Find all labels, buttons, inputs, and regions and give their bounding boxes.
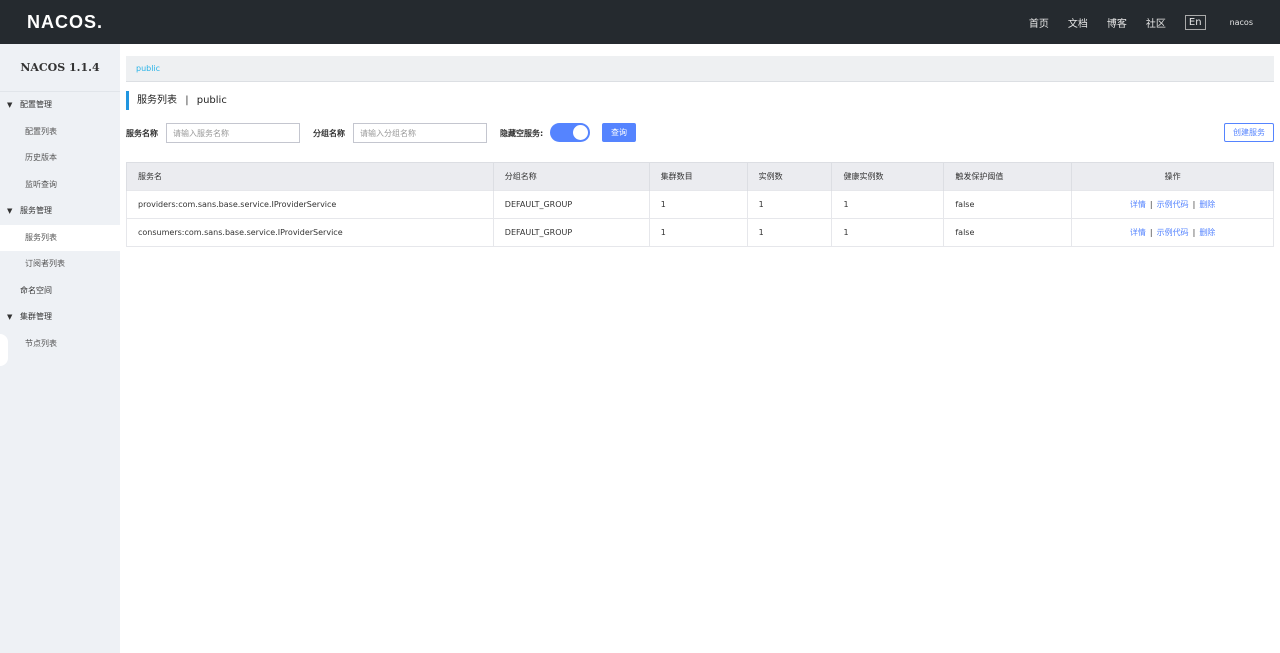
cell-group-name: DEFAULT_GROUP <box>493 218 650 247</box>
create-service-button[interactable]: 创建服务 <box>1224 123 1274 142</box>
menu-item-history[interactable]: 历史版本 <box>0 145 120 172</box>
nav-community[interactable]: 社区 <box>1146 15 1166 30</box>
cell-instance-count: 1 <box>747 218 833 247</box>
cell-healthy-count: 1 <box>831 190 945 219</box>
group-name-input[interactable] <box>353 123 487 143</box>
caret-down-icon: ▼ <box>7 101 13 109</box>
cell-service-name: providers:com.sans.base.service.IProvide… <box>126 190 494 219</box>
nacos-logo[interactable]: NACOS. <box>27 12 103 33</box>
col-operations: 操作 <box>1071 162 1274 191</box>
sidebar-collapse-handle[interactable] <box>0 334 8 366</box>
menu-item-service-list[interactable]: 服务列表 <box>0 224 120 251</box>
query-button[interactable]: 查询 <box>602 123 636 142</box>
caret-down-icon: ▼ <box>7 207 13 215</box>
group-name-label: 分组名称 <box>313 129 345 138</box>
menu-item-node-list[interactable]: 节点列表 <box>0 331 120 358</box>
hide-empty-label: 隐藏空服务: <box>500 129 544 138</box>
col-service-name: 服务名 <box>126 162 494 191</box>
cell-cluster-count: 1 <box>649 190 748 219</box>
detail-link[interactable]: 详情 <box>1130 200 1146 209</box>
nav-docs[interactable]: 文档 <box>1068 15 1088 30</box>
col-healthy-count: 健康实例数 <box>831 162 945 191</box>
cell-protect-threshold: false <box>943 218 1073 247</box>
col-group-name: 分组名称 <box>493 162 650 191</box>
hide-empty-toggle[interactable] <box>550 123 590 142</box>
table-row: providers:com.sans.base.service.IProvide… <box>126 190 1274 219</box>
menu-item-config-list[interactable]: 配置列表 <box>0 119 120 146</box>
menu-namespace[interactable]: 命名空间 <box>0 278 120 305</box>
op-separator: | <box>1149 200 1153 209</box>
menu-group-label: 服务管理 <box>20 206 52 215</box>
cell-cluster-count: 1 <box>649 218 748 247</box>
toggle-knob <box>573 125 588 140</box>
nav-blog[interactable]: 博客 <box>1107 15 1127 30</box>
page-title-namespace: public <box>196 95 227 106</box>
cell-service-name: consumers:com.sans.base.service.IProvide… <box>126 218 494 247</box>
cell-protect-threshold: false <box>943 190 1073 219</box>
top-navbar: NACOS. 首页 文档 博客 社区 En nacos <box>0 0 1280 44</box>
col-protect-threshold: 触发保护阈值 <box>943 162 1073 191</box>
delete-link[interactable]: 删除 <box>1199 200 1215 209</box>
op-separator: | <box>1192 200 1196 209</box>
namespace-public-link[interactable]: public <box>136 64 160 73</box>
menu-service-management[interactable]: ▼ 服务管理 <box>0 198 120 225</box>
cell-healthy-count: 1 <box>831 218 945 247</box>
main-content: public 服务列表 | public 服务名称 分组名称 隐藏空服务: 查询… <box>120 44 1280 653</box>
cell-operations: 详情 | 示例代码 | 删除 <box>1071 218 1274 247</box>
top-nav: 首页 文档 博客 社区 En nacos <box>1029 0 1280 44</box>
user-name[interactable]: nacos <box>1230 18 1253 27</box>
service-name-input[interactable] <box>166 123 300 143</box>
delete-link[interactable]: 删除 <box>1199 228 1215 237</box>
sample-code-link[interactable]: 示例代码 <box>1157 200 1189 209</box>
service-table: 服务名 分组名称 集群数目 实例数 健康实例数 触发保护阈值 操作 provid… <box>126 162 1274 247</box>
version-label: NACOS 1.1.4 <box>0 44 120 92</box>
col-instance-count: 实例数 <box>747 162 833 191</box>
menu-config-management[interactable]: ▼ 配置管理 <box>0 92 120 119</box>
page-title: 服务列表 | public <box>126 91 227 110</box>
service-name-label: 服务名称 <box>126 129 158 138</box>
op-separator: | <box>1149 228 1153 237</box>
cell-group-name: DEFAULT_GROUP <box>493 190 650 219</box>
filter-bar: 服务名称 分组名称 隐藏空服务: 查询 创建服务 <box>126 123 1274 143</box>
nav-home[interactable]: 首页 <box>1029 15 1049 30</box>
menu-group-label: 配置管理 <box>20 100 52 109</box>
table-row: consumers:com.sans.base.service.IProvide… <box>126 218 1274 247</box>
menu-group-label: 集群管理 <box>20 312 52 321</box>
page-title-text: 服务列表 <box>137 95 177 106</box>
caret-down-icon: ▼ <box>7 313 13 321</box>
menu-item-listener-query[interactable]: 监听查询 <box>0 172 120 199</box>
table-header-row: 服务名 分组名称 集群数目 实例数 健康实例数 触发保护阈值 操作 <box>126 162 1274 191</box>
col-cluster-count: 集群数目 <box>649 162 748 191</box>
cell-instance-count: 1 <box>747 190 833 219</box>
detail-link[interactable]: 详情 <box>1130 228 1146 237</box>
menu-item-subscriber-list[interactable]: 订阅者列表 <box>0 251 120 278</box>
language-switch[interactable]: En <box>1184 14 1206 30</box>
sample-code-link[interactable]: 示例代码 <box>1157 228 1189 237</box>
namespace-bar: public <box>126 56 1274 82</box>
sidebar: NACOS 1.1.4 ▼ 配置管理 配置列表 历史版本 监听查询 ▼ 服务管理… <box>0 44 120 653</box>
menu-cluster-management[interactable]: ▼ 集群管理 <box>0 304 120 331</box>
cell-operations: 详情 | 示例代码 | 删除 <box>1071 190 1274 219</box>
title-separator: | <box>185 95 189 106</box>
op-separator: | <box>1192 228 1196 237</box>
